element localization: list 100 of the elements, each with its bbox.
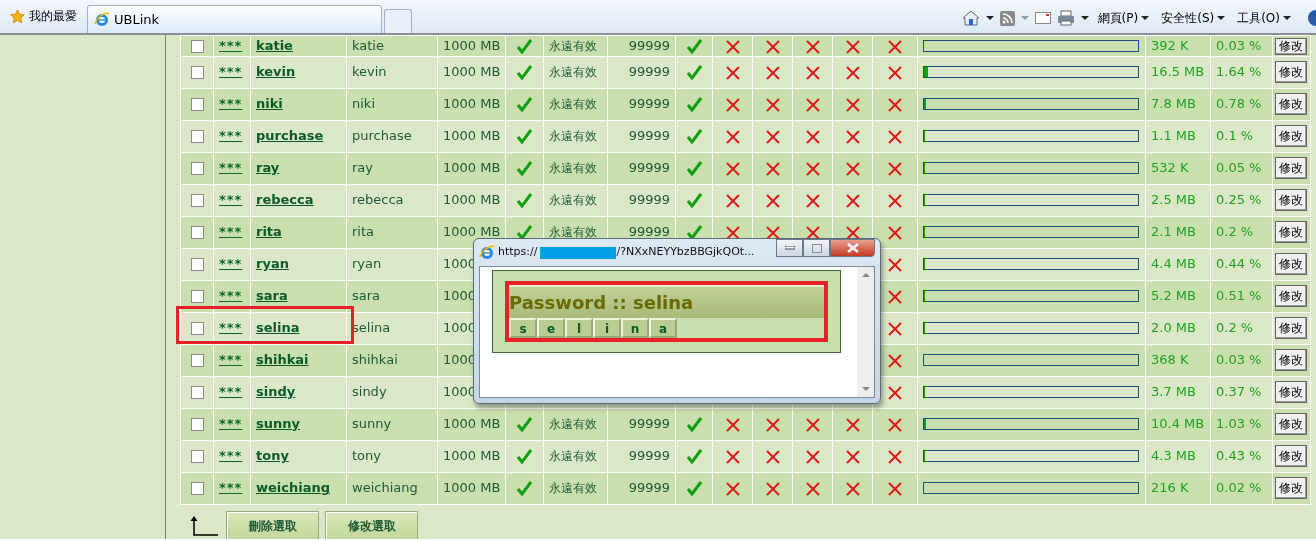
edit-button[interactable]: 修改 — [1275, 221, 1307, 243]
expiry-text: 永遠有效 — [549, 39, 597, 53]
star-icon[interactable] — [10, 8, 25, 24]
printer-icon[interactable] — [1056, 10, 1075, 26]
quota-text: 1000 MB — [443, 128, 501, 144]
quota-text: 1000 MB — [443, 160, 501, 176]
scrollbar[interactable] — [857, 267, 874, 397]
character-button[interactable]: i — [593, 318, 621, 338]
name-text: shihkai — [352, 352, 398, 368]
row-checkbox[interactable] — [190, 290, 204, 304]
quota-text: 1000 MB — [443, 448, 501, 464]
edit-button[interactable]: 修改 — [1275, 381, 1307, 403]
name-text: ryan — [352, 256, 382, 272]
expiry-text: 永遠有效 — [549, 449, 597, 464]
feed-icon[interactable] — [999, 10, 1015, 26]
footer-button[interactable]: 修改選取 — [325, 510, 418, 539]
character-button[interactable]: n — [621, 318, 649, 338]
username-link[interactable]: niki — [256, 96, 283, 112]
limit-text: 99999 — [628, 448, 670, 464]
row-checkbox[interactable] — [190, 418, 204, 432]
row-checkbox[interactable] — [190, 258, 204, 272]
edit-button[interactable]: 修改 — [1275, 61, 1307, 83]
quota-text: 1000 MB — [443, 416, 501, 432]
quota-text: 1000 MB — [443, 192, 501, 208]
limit-text: 99999 — [628, 416, 670, 432]
expiry-text: 永遠有效 — [549, 97, 597, 112]
percent-text: 0.02 % — [1216, 480, 1262, 496]
close-button[interactable] — [830, 239, 875, 257]
new-tab-button[interactable] — [384, 9, 412, 33]
percent-text: 0.2 % — [1216, 320, 1254, 336]
edit-button[interactable]: 修改 — [1275, 413, 1307, 435]
percent-text: 0.05 % — [1216, 160, 1262, 176]
browser-tab[interactable]: UBLink — [87, 5, 382, 33]
size-text: 532 K — [1151, 160, 1189, 176]
name-text: sunny — [352, 416, 392, 432]
percent-text: 0.37 % — [1216, 384, 1262, 400]
size-text: 5.2 MB — [1151, 288, 1196, 304]
browser-logo-icon — [479, 244, 495, 261]
row-checkbox[interactable] — [190, 130, 204, 144]
percent-text: 1.64 % — [1216, 64, 1262, 80]
edit-button[interactable]: 修改 — [1275, 253, 1307, 275]
menu-button[interactable]: 網頁(P) — [1094, 9, 1153, 27]
edit-button[interactable]: 修改 — [1275, 445, 1307, 467]
footer-button[interactable]: 刪除選取 — [226, 510, 319, 539]
edit-button[interactable]: 修改 — [1275, 349, 1307, 371]
row-checkbox[interactable] — [190, 162, 204, 176]
minimize-button[interactable] — [776, 239, 803, 257]
size-text: 4.4 MB — [1151, 256, 1196, 272]
character-button[interactable]: e — [537, 318, 565, 338]
quota-text: 1000 MB — [443, 96, 501, 112]
dropdown-caret-icon[interactable] — [1080, 16, 1089, 20]
row-checkbox[interactable] — [190, 40, 204, 53]
row-checkbox[interactable] — [190, 450, 204, 464]
size-text: 7.8 MB — [1151, 96, 1196, 112]
limit-text: 99999 — [628, 38, 670, 53]
username-link[interactable]: rita — [256, 224, 282, 240]
row-checkbox[interactable] — [190, 226, 204, 240]
character-button[interactable]: s — [509, 318, 537, 338]
name-text: rebecca — [352, 192, 404, 208]
row-checkbox[interactable] — [190, 66, 204, 80]
row-checkbox[interactable] — [190, 194, 204, 208]
percent-text: 0.78 % — [1216, 96, 1262, 112]
edit-button[interactable]: 修改 — [1275, 93, 1307, 115]
home-icon[interactable] — [961, 10, 980, 26]
edit-button[interactable]: 修改 — [1275, 189, 1307, 211]
expiry-text: 永遠有效 — [549, 225, 597, 240]
help-icon[interactable] — [1306, 9, 1316, 27]
edit-button[interactable]: 修改 — [1275, 285, 1307, 307]
menu-button[interactable]: 工具(O) — [1234, 9, 1294, 27]
row-checkbox[interactable] — [190, 386, 204, 400]
menu-button[interactable]: 安全性(S) — [1158, 9, 1229, 27]
size-text: 2.1 MB — [1151, 224, 1196, 240]
row-checkbox[interactable] — [190, 322, 204, 336]
favorites-label[interactable]: 我的最愛 — [29, 7, 77, 25]
name-text: katie — [352, 38, 384, 53]
dropdown-caret-icon[interactable] — [985, 16, 994, 20]
username-link[interactable]: sara — [256, 288, 288, 304]
edit-button[interactable]: 修改 — [1275, 157, 1307, 179]
name-text: purchase — [352, 128, 412, 144]
expiry-text: 永遠有效 — [549, 481, 597, 496]
username-link[interactable]: ray — [256, 160, 280, 176]
size-text: 4.3 MB — [1151, 448, 1196, 464]
row-checkbox[interactable] — [190, 354, 204, 368]
username-link[interactable]: tony — [256, 448, 289, 464]
name-text: selina — [352, 320, 391, 336]
maximize-button[interactable] — [803, 239, 830, 257]
edit-button[interactable]: 修改 — [1275, 477, 1307, 499]
row-checkbox[interactable] — [190, 98, 204, 112]
character-button[interactable]: l — [565, 318, 593, 338]
edit-button[interactable]: 修改 — [1275, 317, 1307, 339]
edit-button[interactable]: 修改 — [1275, 38, 1307, 55]
name-text: kevin — [352, 64, 387, 80]
expiry-text: 永遠有效 — [549, 161, 597, 176]
edit-button[interactable]: 修改 — [1275, 125, 1307, 147]
browser-logo-icon — [94, 11, 110, 28]
row-checkbox[interactable] — [190, 482, 204, 496]
username-link[interactable]: ryan — [256, 256, 289, 272]
arrow-up-icon — [190, 515, 220, 536]
character-button[interactable]: a — [649, 318, 677, 338]
mail-icon[interactable] — [1034, 12, 1051, 24]
